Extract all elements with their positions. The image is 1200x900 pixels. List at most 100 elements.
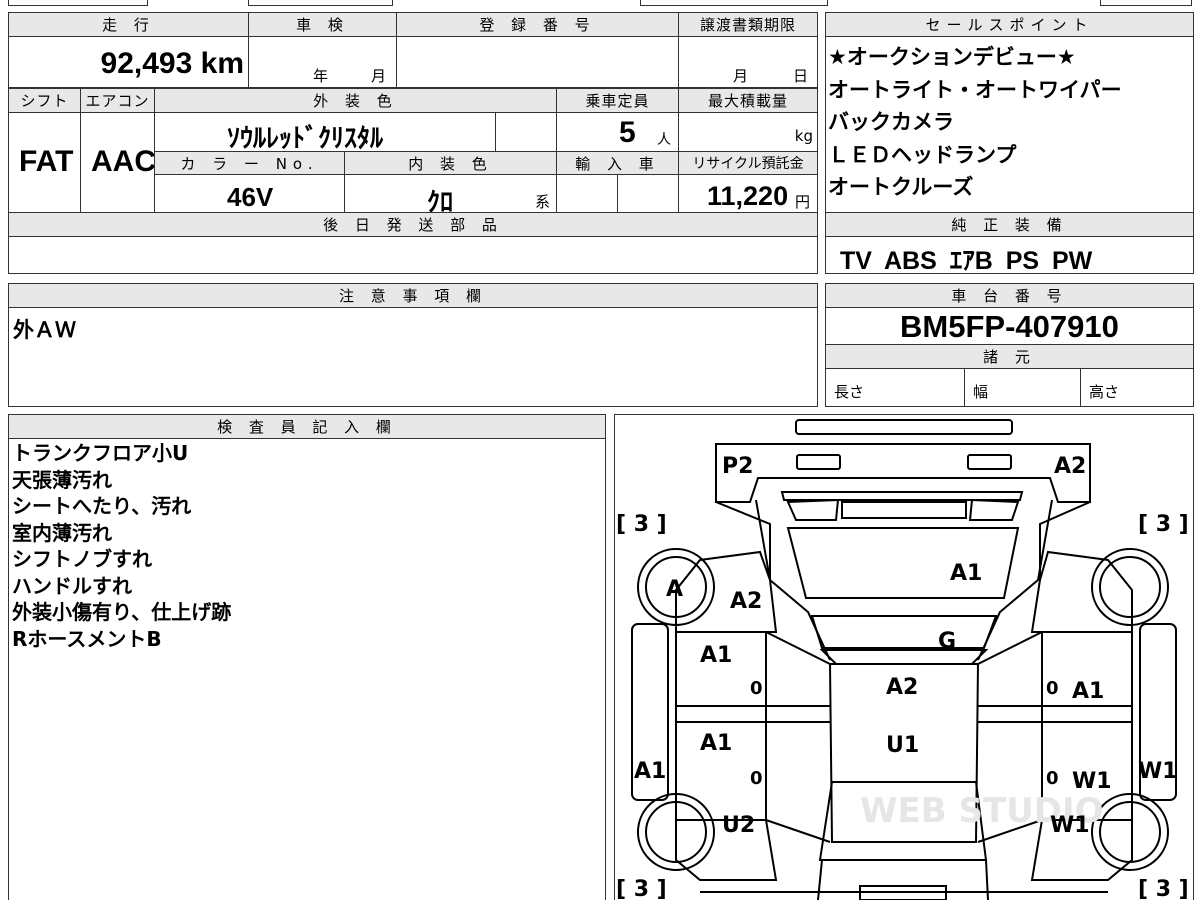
inspection-month-label: 月 xyxy=(371,67,387,85)
sales-point-item: バックカメラ xyxy=(828,110,954,134)
car-diagram-panel: WEB STUDIO [ 3 ] [ 3 ] [ 3 ] [ 3 ] P2 A2… xyxy=(614,414,1194,900)
chassis-header: 車 台 番 号 xyxy=(825,283,1194,308)
inspector-line: RホースメントB xyxy=(12,627,162,651)
chassis-number: BM5FP-407910 xyxy=(900,309,1119,344)
transfer-day-label: 日 xyxy=(793,67,809,85)
shift-cell: FAT xyxy=(8,112,81,213)
import-cell-b xyxy=(617,174,679,213)
chassis-cell: BM5FP-407910 xyxy=(825,307,1194,345)
color-no-value: 46V xyxy=(227,182,274,212)
aircon-value: AAC xyxy=(91,145,156,178)
inspector-line: トランクフロア小U xyxy=(12,441,189,465)
capacity-header: 乗車定員 xyxy=(556,88,679,113)
inspector-header: 検 査 員 記 入 欄 xyxy=(8,414,606,439)
transfer-deadline-header: 譲渡書類期限 xyxy=(678,12,818,37)
equipment-value: TV ABS ｴｱB PS PW xyxy=(840,247,1093,275)
mark-a2-rear-right: A2 xyxy=(1054,454,1086,479)
mark-p2: P2 xyxy=(722,454,753,479)
inspector-line: シートへたり、汚れ xyxy=(12,494,192,518)
mark-w1-right-front: W1 xyxy=(1050,813,1090,838)
inspection-cell: 年 月 xyxy=(248,36,397,88)
sales-point-item: オートクルーズ xyxy=(828,175,974,199)
exterior-color-cell: ｿｳﾙﾚｯﾄﾞｸﾘｽﾀﾙ xyxy=(154,112,496,153)
later-parts-header: 後 日 発 送 部 品 xyxy=(8,212,818,237)
length-cell: 長さ xyxy=(825,368,965,407)
notes-header: 注 意 事 項 欄 xyxy=(8,283,818,308)
tread-rear-left: [ 3 ] xyxy=(616,512,667,537)
interior-color-suffix: 系 xyxy=(535,193,551,211)
tread-front-left: [ 3 ] xyxy=(616,877,667,900)
exterior-color-value: ｿｳﾙﾚｯﾄﾞｸﾘｽﾀﾙ xyxy=(227,123,384,153)
mark-w1-right-door: W1 xyxy=(1072,769,1112,794)
notes-body: 外ＡＷ xyxy=(8,307,818,407)
aircon-cell: AAC xyxy=(80,112,156,213)
mark-a2-left: A2 xyxy=(730,589,762,614)
inspector-line: 外装小傷有り、仕上げ跡 xyxy=(12,600,232,624)
max-load-unit: kg xyxy=(794,127,813,145)
tread-front-right: [ 3 ] xyxy=(1138,877,1189,900)
notes-panel: 注 意 事 項 欄 外ＡＷ xyxy=(8,283,818,407)
mark-zero: 0 xyxy=(750,768,763,789)
registration-cell xyxy=(396,36,679,88)
mark-zero: 0 xyxy=(750,678,763,699)
inspector-body: トランクフロア小U 天張薄汚れ シートへたり、汚れ 室内薄汚れ シフトノブすれ … xyxy=(8,438,606,900)
mark-zero: 0 xyxy=(1046,678,1059,699)
sales-point-item: ＬＥＤヘッドランプ xyxy=(828,143,1017,167)
inspector-line: 室内薄汚れ xyxy=(12,521,112,545)
shift-value: FAT xyxy=(19,145,74,178)
tread-rear-right: [ 3 ] xyxy=(1138,512,1189,537)
mileage-cell: 92,493 km xyxy=(8,36,249,88)
transfer-month-label: 月 xyxy=(733,67,749,85)
width-cell: 幅 xyxy=(964,368,1081,407)
sales-point-item: ★オークションデビュー★ xyxy=(828,45,1076,69)
inspector-line: シフトノブすれ xyxy=(12,547,152,571)
max-load-cell: kg xyxy=(678,112,818,152)
inspection-year-label: 年 xyxy=(313,67,329,85)
exterior-color-extra-cell xyxy=(495,112,557,152)
color-no-cell: 46V xyxy=(154,174,345,213)
height-label: 高さ xyxy=(1089,383,1120,401)
mileage-header: 走 行 xyxy=(8,12,249,37)
car-diagram: WEB STUDIO [ 3 ] [ 3 ] [ 3 ] [ 3 ] P2 A2… xyxy=(616,419,1189,900)
recycle-cell: 11,220 円 xyxy=(678,174,818,213)
mark-a1-right-door: A1 xyxy=(1072,679,1104,704)
equipment-cell: TV ABS ｴｱB PS PW xyxy=(825,236,1194,275)
inspector-line: 天張薄汚れ xyxy=(12,468,112,492)
recycle-value: 11,220 xyxy=(707,181,789,211)
sales-point-item: オートライト・オートワイパー xyxy=(828,78,1122,102)
import-header: 輸 入 車 xyxy=(556,151,679,175)
width-label: 幅 xyxy=(973,383,989,401)
chassis-panel: 車 台 番 号 BM5FP-407910 諸 元 長さ 幅 高さ xyxy=(825,283,1194,407)
length-label: 長さ xyxy=(834,383,865,401)
recycle-header: リサイクル預託金 xyxy=(678,151,818,175)
mark-g-glass: G xyxy=(938,629,956,654)
vehicle-info-table: 走 行 車 検 登 録 番 号 譲渡書類期限 92,493 km 年 月 月 日… xyxy=(8,12,818,274)
import-cell-a xyxy=(556,174,618,213)
sales-points-body: ★オークションデビュー★ オートライト・オートワイパー バックカメラ ＬＥＤヘッ… xyxy=(825,36,1194,221)
mark-a1-left-side: A1 xyxy=(634,759,666,784)
max-load-header: 最大積載量 xyxy=(678,88,818,113)
sales-points-panel: セールスポイント ★オークションデビュー★ オートライト・オートワイパー バック… xyxy=(825,12,1194,275)
top-strip xyxy=(0,0,1200,6)
inspection-header: 車 検 xyxy=(248,12,397,37)
exterior-color-header: 外 装 色 xyxy=(154,88,557,113)
interior-color-cell: ｸﾛ 系 xyxy=(344,174,557,217)
aircon-header: エアコン xyxy=(80,88,155,113)
interior-color-header: 内 装 色 xyxy=(344,151,557,175)
mark-u1-center: U1 xyxy=(886,733,919,758)
sales-points-header: セールスポイント xyxy=(825,12,1194,37)
mileage-value: 92,493 km xyxy=(100,47,244,80)
transfer-deadline-cell: 月 日 xyxy=(678,36,818,88)
inspector-panel: 検 査 員 記 入 欄 トランクフロア小U 天張薄汚れ シートへたり、汚れ 室内… xyxy=(8,414,606,900)
mark-a-wheel: A xyxy=(666,577,683,602)
color-no-header: カ ラ ー No. xyxy=(154,151,345,175)
mark-a1-left-rear-door: A1 xyxy=(700,731,732,756)
capacity-cell: 5 人 xyxy=(556,112,679,152)
inspector-line: ハンドルすれ xyxy=(12,574,132,598)
capacity-unit: 人 xyxy=(657,132,671,148)
mark-a1-left-front-door: A1 xyxy=(700,643,732,668)
mark-w1-right-side: W1 xyxy=(1138,759,1178,784)
height-cell: 高さ xyxy=(1080,368,1194,407)
shift-header: シフト xyxy=(8,88,81,113)
specs-header: 諸 元 xyxy=(825,344,1194,369)
